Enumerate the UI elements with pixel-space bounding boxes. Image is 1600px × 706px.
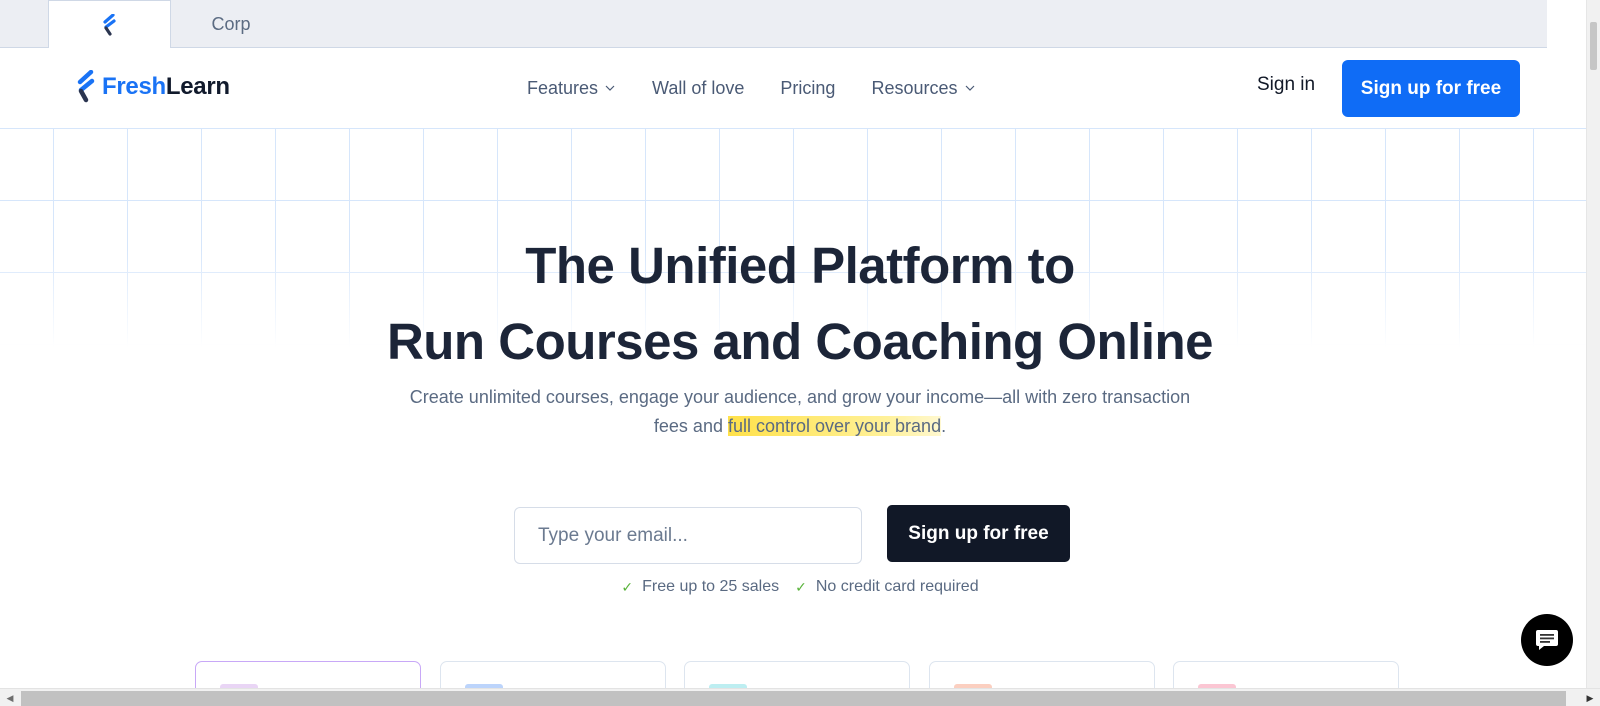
logo-text-learn: Learn <box>165 73 230 100</box>
chat-widget-button[interactable] <box>1521 614 1573 666</box>
hero-title: The Unified Platform to Run Courses and … <box>0 228 1600 380</box>
nav-item-wall-of-love[interactable]: Wall of love <box>652 78 744 99</box>
nav-item-label: Features <box>527 77 599 98</box>
horizontal-scrollbar[interactable]: ◀ ▶ <box>0 688 1600 706</box>
freshlearn-logo-icon <box>77 70 95 103</box>
vertical-scrollbar-thumb[interactable] <box>1590 22 1597 70</box>
hero-subtitle: Create unlimited courses, engage your au… <box>380 383 1220 441</box>
perk-item: ✓ No credit card required <box>795 578 978 596</box>
sign-in-link[interactable]: Sign in <box>1257 74 1315 96</box>
header-sign-up-button[interactable]: Sign up for free <box>1342 60 1520 117</box>
perks-list: ✓ Free up to 25 sales ✓ No credit card r… <box>0 578 1600 596</box>
horizontal-scrollbar-thumb[interactable] <box>21 691 1566 706</box>
freshlearn-favicon-icon <box>102 14 116 36</box>
hero-sign-up-button[interactable]: Sign up for free <box>887 505 1070 562</box>
nav-item-pricing[interactable]: Pricing <box>780 78 835 99</box>
perk-item: ✓ Free up to 25 sales <box>621 578 779 596</box>
logo[interactable]: FreshLearn <box>76 70 230 104</box>
site-header: FreshLearn Features Wall of love Pricing… <box>0 48 1586 128</box>
hero-subtitle-prefix: fees and <box>653 416 728 436</box>
hero-title-line-2: Run Courses and Coaching Online <box>386 313 1214 370</box>
hero-subtitle-line-1: Create unlimited courses, engage your au… <box>409 387 1191 407</box>
hero-subtitle-highlight: full control over your brand <box>727 416 942 436</box>
check-icon: ✓ <box>795 578 807 595</box>
chevron-down-icon <box>605 85 615 91</box>
scroll-left-arrow-icon[interactable]: ◀ <box>2 691 18 705</box>
nav-item-resources[interactable]: Resources <box>871 78 975 99</box>
scroll-right-arrow-icon[interactable]: ▶ <box>1582 691 1598 705</box>
hero-subtitle-suffix: . <box>941 416 947 436</box>
nav-item-label: Resources <box>871 77 958 98</box>
nav-item-label: Pricing <box>780 77 836 98</box>
logo-text-fresh: Fresh <box>102 73 166 100</box>
browser-tab-label: Corp <box>211 13 251 34</box>
browser-tab-corp[interactable]: Corp <box>171 0 291 48</box>
browser-tab-strip: Corp <box>0 0 1547 49</box>
perk-label: No credit card required <box>815 578 979 595</box>
hero-title-line-1: The Unified Platform to <box>525 237 1075 294</box>
check-icon: ✓ <box>621 578 634 595</box>
nav-item-label: Wall of love <box>652 77 745 98</box>
browser-tab-freshlearn[interactable] <box>48 0 171 49</box>
main-nav: Features Wall of love Pricing Resources <box>527 48 976 128</box>
chat-icon <box>1536 630 1558 650</box>
nav-item-features[interactable]: Features <box>527 78 616 99</box>
chevron-down-icon <box>965 85 974 91</box>
perk-label: Free up to 25 sales <box>642 578 780 595</box>
email-input[interactable] <box>514 507 862 564</box>
